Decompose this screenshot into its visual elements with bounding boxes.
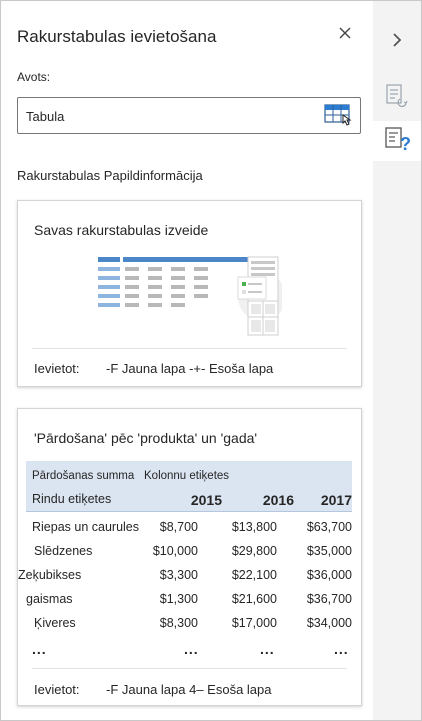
create-own-pivot-card[interactable]: Savas rakurstabulas izveide Ievietot: -F…: [17, 200, 362, 387]
row-name: Zeķubikses: [18, 568, 82, 582]
cell-value: $17,000: [231, 616, 277, 630]
row-name: Ķiveres: [34, 616, 76, 630]
year-header: 2016: [262, 492, 294, 508]
sum-label: Pārdošanas summa: [32, 470, 135, 482]
ellipsis: ...: [260, 641, 275, 657]
source-range-value: Tabula: [26, 109, 65, 124]
card-title: 'Pārdošana' pēc 'produkta' un 'gada': [34, 430, 258, 446]
table-row: gaismas $1,300 $21,600 $36,700: [26, 589, 352, 611]
row-name: Slēdzenes: [34, 544, 93, 558]
task-pane-body: Rakurstabulas ievietošana Avots: Tabula …: [1, 1, 373, 720]
pivot-help-button[interactable]: ?: [373, 121, 421, 161]
section-title: Rakurstabulas Papildinformācija: [17, 168, 203, 183]
cell-value: $34,000: [306, 616, 352, 630]
pivot-help-icon: ?: [382, 125, 412, 158]
range-picker-icon[interactable]: [324, 103, 354, 127]
fields-list-icon: [384, 82, 410, 113]
insert-row: Ievietot: -F Jauna lapa 4– Esoša lapa: [34, 682, 272, 697]
recommended-pivot-card[interactable]: 'Pārdošana' pēc 'produkta' un 'gada' Pār…: [17, 408, 362, 706]
cell-value: $35,000: [306, 544, 352, 558]
pivot-header: Pārdošanas summa Kolonnu etiķetes Rindu …: [26, 461, 352, 511]
table-row: Zeķubikses $3,300 $22,100 $36,000: [18, 565, 352, 587]
close-button[interactable]: [335, 25, 355, 45]
close-icon: [339, 26, 351, 44]
row-name: gaismas: [26, 592, 73, 606]
card-divider: [32, 348, 347, 349]
fields-list-button[interactable]: [381, 81, 413, 113]
insert-options[interactable]: -F Jauna lapa 4– Esoša lapa: [106, 682, 272, 697]
collapse-pane-button[interactable]: [381, 26, 413, 58]
pivot-table-task-pane: ? Rakurstabulas ievietošana Avots: Tabul…: [0, 0, 422, 721]
cell-value: $22,100: [231, 568, 277, 582]
column-labels: Kolonnu etiķetes: [144, 470, 230, 482]
cell-value: $21,600: [231, 592, 277, 606]
chevron-right-icon: [391, 32, 403, 53]
cell-value: $13,800: [231, 520, 277, 534]
table-row: Slēdzenes $10,000 $29,800 $35,000: [26, 541, 352, 563]
svg-text:?: ?: [400, 134, 411, 153]
cell-value: $29,800: [231, 544, 277, 558]
source-range-input[interactable]: Tabula: [17, 97, 361, 134]
pane-title: Rakurstabulas ievietošana: [17, 27, 217, 46]
cell-value: $36,700: [306, 592, 352, 606]
card-divider: [32, 668, 347, 669]
cell-value: $36,000: [306, 568, 352, 582]
cell-value: $10,000: [152, 544, 198, 558]
cell-value: $63,700: [306, 520, 352, 534]
pivot-illustration: [92, 255, 286, 342]
card-title: Savas rakurstabulas izveide: [34, 222, 209, 238]
source-label: Avots:: [17, 70, 51, 84]
insert-options[interactable]: -F Jauna lapa -+- Esoša lapa: [106, 361, 273, 376]
row-labels: Rindu etiķetes: [32, 492, 112, 506]
cell-value: $8,700: [159, 520, 198, 534]
ellipsis: ...: [334, 641, 349, 657]
year-header: 2017: [320, 492, 352, 508]
table-row: Riepas un caurules $8,700 $13,800 $63,70…: [26, 517, 352, 539]
cell-value: $1,300: [159, 592, 198, 606]
insert-label: Ievietot:: [34, 682, 80, 697]
ellipsis: ...: [184, 641, 199, 657]
insert-label: Ievietot:: [34, 361, 80, 376]
cell-value: $8,300: [159, 616, 198, 630]
cell-value: $3,300: [159, 568, 198, 582]
row-name: Riepas un caurules: [32, 520, 140, 534]
year-header: 2015: [190, 492, 222, 508]
table-row: Ķiveres $8,300 $17,000 $34,000: [26, 613, 352, 635]
side-rail: ?: [373, 1, 421, 720]
header-divider: [26, 511, 352, 512]
pivot-preview-table: Pārdošanas summa Kolonnu etiķetes Rindu …: [18, 461, 352, 657]
ellipsis: ...: [32, 641, 47, 657]
insert-row: Ievietot: -F Jauna lapa -+- Esoša lapa: [34, 361, 273, 376]
